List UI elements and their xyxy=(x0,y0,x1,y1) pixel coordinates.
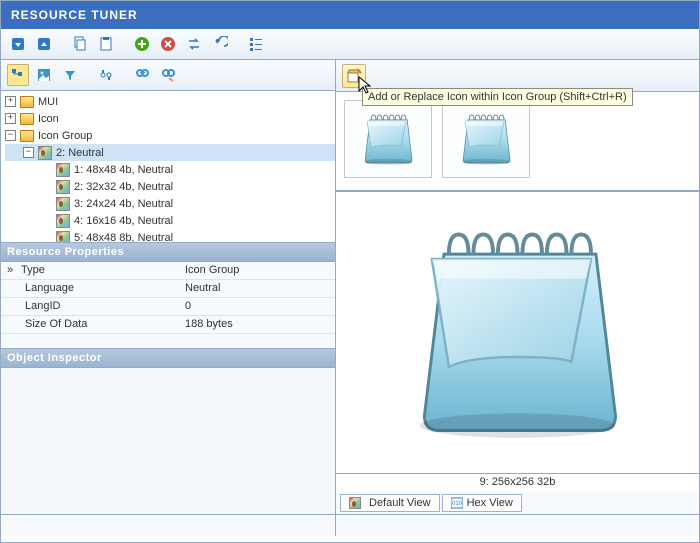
collapse-icon[interactable]: − xyxy=(5,130,16,141)
paste-button[interactable] xyxy=(95,33,117,55)
tree-node-selected[interactable]: − 2: Neutral xyxy=(5,144,335,161)
properties-table: Type Icon Group Language Neutral LangID … xyxy=(1,262,335,334)
tree-label: MUI xyxy=(38,96,58,108)
find-button[interactable] xyxy=(131,64,153,86)
undo-button[interactable] xyxy=(209,33,231,55)
prop-row[interactable]: LangID 0 xyxy=(1,298,335,316)
thumbnail[interactable] xyxy=(344,100,432,178)
right-bottom-strip xyxy=(336,514,699,536)
svg-text:010: 010 xyxy=(452,501,463,507)
tree-label: 3: 24x24 4b, Neutral xyxy=(74,198,173,210)
object-inspector xyxy=(1,368,335,515)
tab-hex-view[interactable]: 010 Hex View xyxy=(442,494,522,512)
tree-node-icon[interactable]: + Icon xyxy=(5,110,335,127)
arrow-down-button[interactable] xyxy=(7,33,29,55)
left-bottom-strip xyxy=(1,514,335,536)
tree-node-icon-item[interactable]: 5: 48x48 8b, Neutral xyxy=(5,229,335,242)
prop-row[interactable]: Type Icon Group xyxy=(1,262,335,280)
inspector-header: Object Inspector xyxy=(1,348,335,368)
find-next-button[interactable] xyxy=(157,64,179,86)
tree-label: Icon xyxy=(38,113,59,125)
tree-node-icon-item[interactable]: 3: 24x24 4b, Neutral xyxy=(5,195,335,212)
view-tabs: Default View 010 Hex View xyxy=(336,492,699,514)
icon-item-icon xyxy=(56,231,70,242)
prop-row[interactable]: Size Of Data 188 bytes xyxy=(1,316,335,334)
hex-icon: 010 xyxy=(451,497,463,509)
folder-icon xyxy=(20,96,34,108)
pictures-view-button[interactable] xyxy=(33,64,55,86)
prop-val: 188 bytes xyxy=(181,318,335,330)
expand-icon[interactable]: + xyxy=(5,113,16,124)
tree-label: 2: Neutral xyxy=(56,147,104,159)
properties-header: Resource Properties xyxy=(1,242,335,262)
resource-tree[interactable]: + MUI + Icon − Icon Group − 2: Neutral 1… xyxy=(1,91,335,242)
tree-label: Icon Group xyxy=(38,130,92,142)
collapse-icon[interactable]: − xyxy=(23,147,34,158)
prop-val: Neutral xyxy=(181,282,335,294)
prop-val: Icon Group xyxy=(181,264,335,276)
thumbnail-strip xyxy=(336,92,699,191)
prop-key: Size Of Data xyxy=(1,318,181,330)
settings-button[interactable] xyxy=(95,64,117,86)
folder-icon xyxy=(20,113,34,125)
delete-button[interactable] xyxy=(157,33,179,55)
tree-label: 4: 16x16 4b, Neutral xyxy=(74,215,173,227)
prop-row[interactable]: Language Neutral xyxy=(1,280,335,298)
prop-key: Type xyxy=(1,264,181,276)
tooltip: Add or Replace Icon within Icon Group (S… xyxy=(362,88,633,106)
icon-item-icon xyxy=(56,180,70,194)
filter-button[interactable] xyxy=(59,64,81,86)
title-bar: RESOURCE TUNER xyxy=(1,1,699,29)
tree-node-icon-item[interactable]: 4: 16x16 4b, Neutral xyxy=(5,212,335,229)
tree-label: 1: 48x48 4b, Neutral xyxy=(74,164,173,176)
tree-label: 5: 48x48 8b, Neutral xyxy=(74,232,173,242)
icon-group-icon xyxy=(38,146,52,160)
add-button[interactable] xyxy=(131,33,153,55)
right-toolbar: Add or Replace Icon within Icon Group (S… xyxy=(336,60,699,92)
preview-caption: 9: 256x256 32b xyxy=(336,474,699,492)
copy-button[interactable] xyxy=(69,33,91,55)
tree-label: 2: 32x32 4b, Neutral xyxy=(74,181,173,193)
expand-icon[interactable]: + xyxy=(5,96,16,107)
tree-view-button[interactable] xyxy=(7,64,29,86)
prop-key: Language xyxy=(1,282,181,294)
tab-label: Default View xyxy=(369,497,431,509)
tree-node-icon-group[interactable]: − Icon Group xyxy=(5,127,335,144)
tree-node-icon-item[interactable]: 1: 48x48 4b, Neutral xyxy=(5,161,335,178)
icon-preview xyxy=(336,191,699,474)
icon-item-icon xyxy=(56,163,70,177)
tab-default-view[interactable]: Default View xyxy=(340,494,440,512)
icon-item-icon xyxy=(56,197,70,211)
arrow-up-button[interactable] xyxy=(33,33,55,55)
prop-key: LangID xyxy=(1,300,181,312)
list-details-button[interactable] xyxy=(245,33,267,55)
folder-icon xyxy=(20,130,34,142)
tree-node-icon-item[interactable]: 2: 32x32 4b, Neutral xyxy=(5,178,335,195)
prop-val: 0 xyxy=(181,300,335,312)
main-toolbar xyxy=(1,29,699,60)
tree-node-mui[interactable]: + MUI xyxy=(5,93,335,110)
icon-item-icon xyxy=(56,214,70,228)
tab-label: Hex View xyxy=(467,497,513,509)
cursor-icon xyxy=(358,76,374,99)
swap-button[interactable] xyxy=(183,33,205,55)
thumbnail[interactable] xyxy=(442,100,530,178)
icon-group-icon xyxy=(349,497,361,509)
left-toolbar xyxy=(1,60,335,91)
